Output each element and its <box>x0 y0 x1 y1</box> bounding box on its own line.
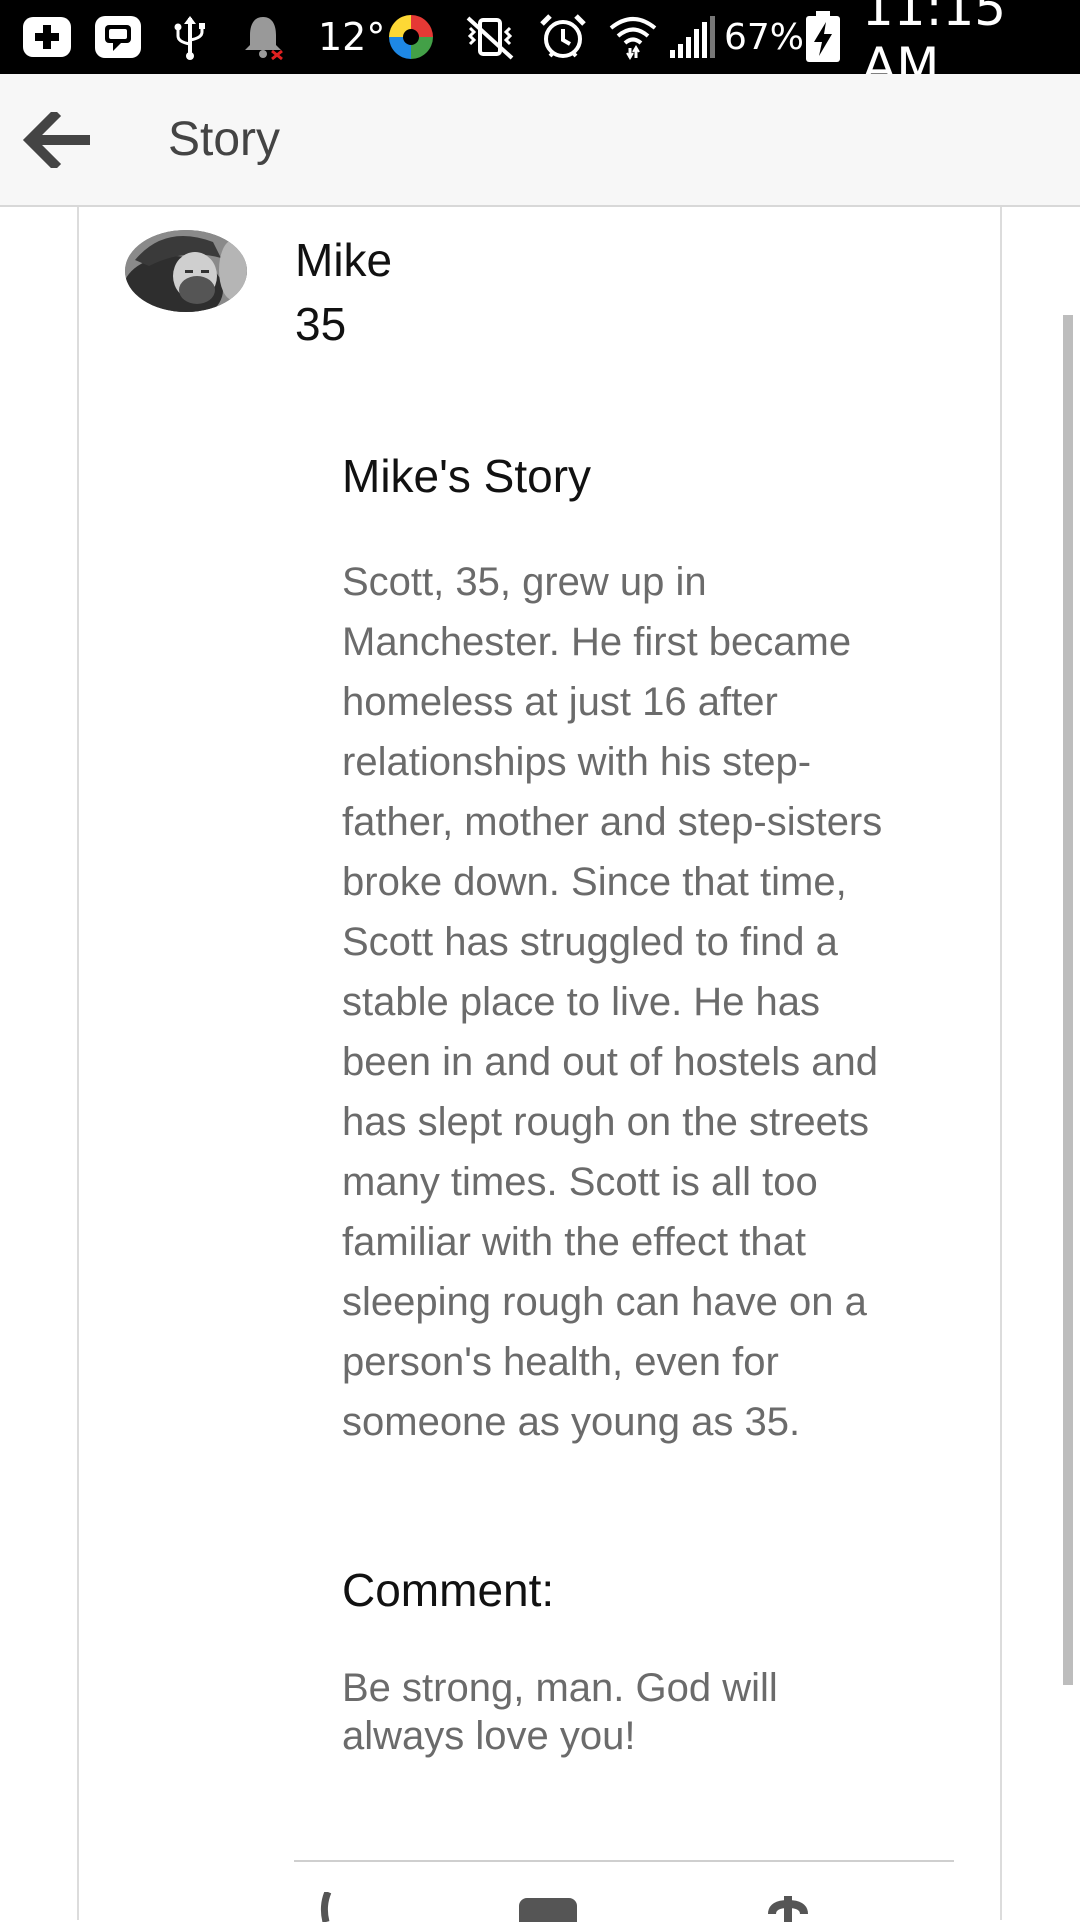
phone-icon <box>320 1892 332 1922</box>
avatar-image <box>125 230 247 312</box>
story-body: Scott, 35, grew up in Manchester. He fir… <box>342 560 883 1444</box>
arrow-left-icon <box>22 112 90 168</box>
chat-bubble-icon <box>90 10 146 64</box>
app-bar: Story <box>0 74 1080 207</box>
comment-text: Be strong, man. God will always love you… <box>342 1666 778 1758</box>
temperature-text: 12° <box>318 15 386 59</box>
multicolor-app-icon <box>384 10 438 64</box>
battery-charging-icon <box>802 10 844 64</box>
vibrate-off-icon <box>462 10 518 64</box>
divider <box>294 1860 954 1862</box>
dollar-icon <box>768 1896 808 1922</box>
usb-icon <box>170 10 210 64</box>
story-title: Mike's Story <box>342 450 592 502</box>
avatar[interactable] <box>125 230 247 312</box>
message-icon <box>519 1898 577 1922</box>
donate-button[interactable] <box>764 1892 812 1922</box>
wifi-icon <box>606 10 660 64</box>
add-box-icon <box>18 10 76 64</box>
battery-percent-text: 67% <box>724 16 805 58</box>
comment-label: Comment: <box>342 1564 555 1616</box>
status-bar: 12° 67% 11:15 AM <box>0 0 1080 95</box>
clock-text: 11:15 AM <box>862 0 1007 95</box>
scrollbar[interactable] <box>1063 315 1073 1685</box>
signal-icon <box>666 10 718 64</box>
alarm-icon <box>536 10 590 64</box>
message-button[interactable] <box>516 1892 580 1922</box>
user-age: 35 <box>295 298 347 350</box>
page-title: Story <box>168 113 281 166</box>
user-name: Mike <box>295 234 393 286</box>
notification-muted-icon <box>238 10 288 64</box>
back-button[interactable] <box>14 96 102 184</box>
call-button[interactable] <box>316 1892 346 1922</box>
